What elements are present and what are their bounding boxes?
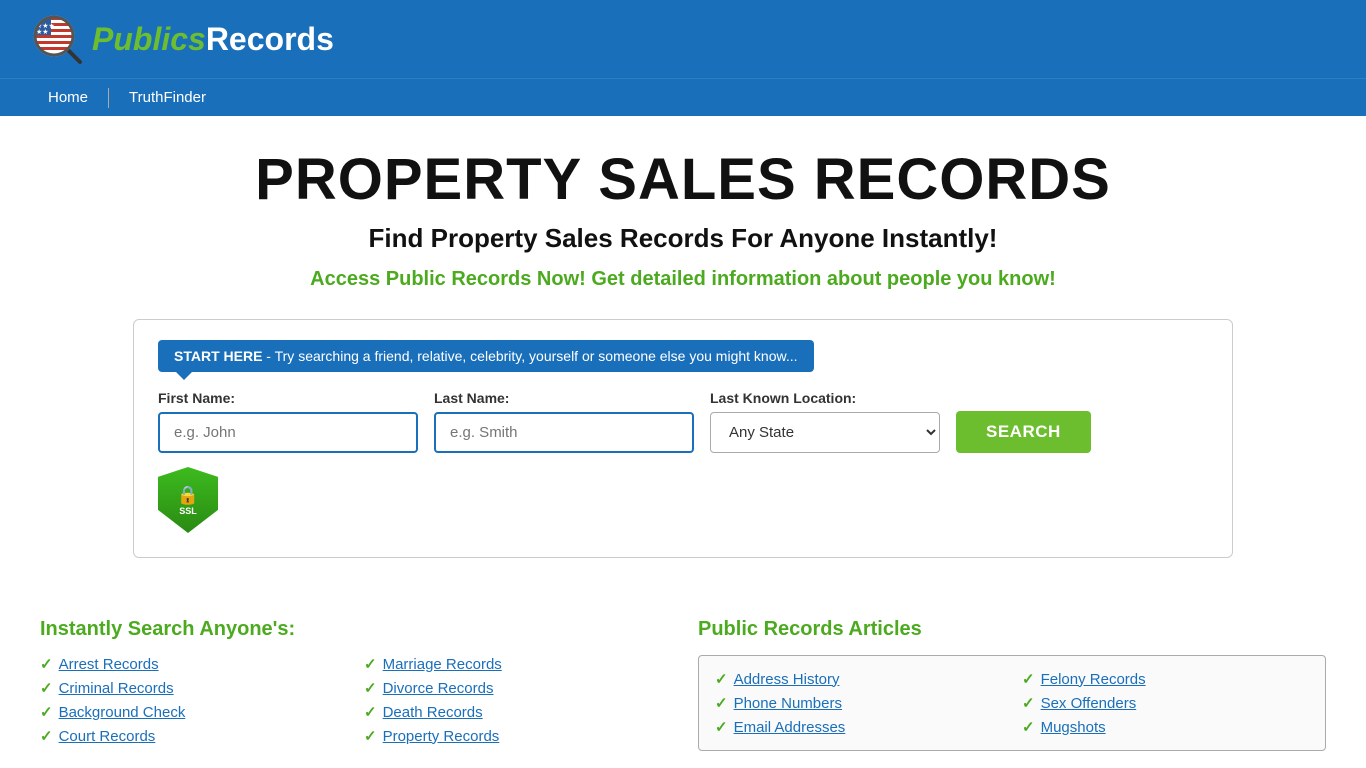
article-item: ✓ Felony Records [1022, 670, 1309, 688]
ssl-badge-container: 🔒 SSL [158, 467, 1208, 533]
list-item: ✓ Divorce Records [364, 679, 668, 697]
check-icon: ✓ [1022, 670, 1035, 688]
criminal-records-link[interactable]: Criminal Records [59, 680, 174, 697]
felony-records-link[interactable]: Felony Records [1041, 671, 1146, 688]
sex-offenders-link[interactable]: Sex Offenders [1041, 695, 1137, 712]
last-name-group: Last Name: [434, 390, 694, 453]
svg-text:★★: ★★ [36, 28, 49, 36]
logo-icon: ★★★ ★★ [30, 12, 84, 66]
first-name-label: First Name: [158, 390, 418, 406]
ssl-text: SSL [179, 506, 197, 516]
article-item: ✓ Sex Offenders [1022, 694, 1309, 712]
main-nav: Home TruthFinder [0, 78, 1366, 116]
lock-icon: 🔒 [177, 485, 199, 506]
check-icon: ✓ [40, 703, 53, 721]
location-group: Last Known Location: Any State Alabama A… [710, 390, 940, 453]
check-icon: ✓ [715, 670, 728, 688]
check-icon: ✓ [364, 703, 377, 721]
check-icon: ✓ [1022, 718, 1035, 736]
location-label: Last Known Location: [710, 390, 940, 406]
site-header: ★★★ ★★ PublicsRecords [0, 0, 1366, 78]
article-item: ✓ Mugshots [1022, 718, 1309, 736]
page-subtitle: Find Property Sales Records For Anyone I… [40, 223, 1326, 254]
search-tooltip: START HERE - Try searching a friend, rel… [158, 340, 814, 372]
death-records-link[interactable]: Death Records [383, 704, 483, 721]
page-title: PROPERTY SALES RECORDS [40, 146, 1326, 213]
check-icon: ✓ [364, 655, 377, 673]
check-icon: ✓ [715, 718, 728, 736]
marriage-records-link[interactable]: Marriage Records [383, 656, 502, 673]
bottom-section: Instantly Search Anyone's: ✓ Arrest Reco… [0, 608, 1366, 761]
last-name-input[interactable] [434, 412, 694, 453]
page-cta: Access Public Records Now! Get detailed … [40, 268, 1326, 291]
list-item: ✓ Marriage Records [364, 655, 668, 673]
first-name-group: First Name: [158, 390, 418, 453]
check-icon: ✓ [1022, 694, 1035, 712]
article-item: ✓ Email Addresses [715, 718, 1002, 736]
court-records-link[interactable]: Court Records [59, 728, 156, 745]
check-icon: ✓ [40, 679, 53, 697]
nav-home[interactable]: Home [30, 79, 106, 116]
search-form: START HERE - Try searching a friend, rel… [133, 319, 1233, 558]
tooltip-bold: START HERE [174, 348, 262, 364]
search-fields-row: First Name: Last Name: Last Known Locati… [158, 390, 1208, 453]
check-icon: ✓ [40, 655, 53, 673]
state-select[interactable]: Any State Alabama Alaska Arizona Califor… [710, 412, 940, 453]
check-icon: ✓ [364, 727, 377, 745]
nav-divider [108, 88, 109, 108]
mugshots-link[interactable]: Mugshots [1041, 719, 1106, 736]
main-content: PROPERTY SALES RECORDS Find Property Sal… [0, 116, 1366, 608]
instantly-search-heading: Instantly Search Anyone's: [40, 618, 668, 641]
articles-box: ✓ Address History ✓ Felony Records ✓ Pho… [698, 655, 1326, 751]
arrest-records-link[interactable]: Arrest Records [59, 656, 159, 673]
last-name-label: Last Name: [434, 390, 694, 406]
list-item: ✓ Criminal Records [40, 679, 344, 697]
ssl-shield: 🔒 SSL [158, 467, 218, 533]
divorce-records-link[interactable]: Divorce Records [383, 680, 494, 697]
list-item: ✓ Arrest Records [40, 655, 344, 673]
article-item: ✓ Phone Numbers [715, 694, 1002, 712]
email-addresses-link[interactable]: Email Addresses [734, 719, 846, 736]
address-history-link[interactable]: Address History [734, 671, 840, 688]
check-icon: ✓ [364, 679, 377, 697]
articles-col: Public Records Articles ✓ Address Histor… [698, 618, 1326, 751]
check-icon: ✓ [715, 694, 728, 712]
instantly-search-col: Instantly Search Anyone's: ✓ Arrest Reco… [40, 618, 668, 751]
list-item: ✓ Property Records [364, 727, 668, 745]
list-item: ✓ Death Records [364, 703, 668, 721]
articles-grid: ✓ Address History ✓ Felony Records ✓ Pho… [715, 670, 1309, 736]
logo-text: PublicsRecords [92, 21, 334, 58]
tooltip-text: - Try searching a friend, relative, cele… [262, 348, 797, 364]
background-check-link[interactable]: Background Check [59, 704, 186, 721]
instantly-search-list: ✓ Arrest Records ✓ Marriage Records ✓ Cr… [40, 655, 668, 745]
list-item: ✓ Court Records [40, 727, 344, 745]
nav-truthfinder[interactable]: TruthFinder [111, 79, 224, 116]
article-item: ✓ Address History [715, 670, 1002, 688]
search-button[interactable]: SEARCH [956, 411, 1091, 453]
check-icon: ✓ [40, 727, 53, 745]
first-name-input[interactable] [158, 412, 418, 453]
logo[interactable]: ★★★ ★★ PublicsRecords [30, 12, 334, 66]
articles-heading: Public Records Articles [698, 618, 1326, 641]
phone-numbers-link[interactable]: Phone Numbers [734, 695, 842, 712]
list-item: ✓ Background Check [40, 703, 344, 721]
property-records-link[interactable]: Property Records [383, 728, 500, 745]
